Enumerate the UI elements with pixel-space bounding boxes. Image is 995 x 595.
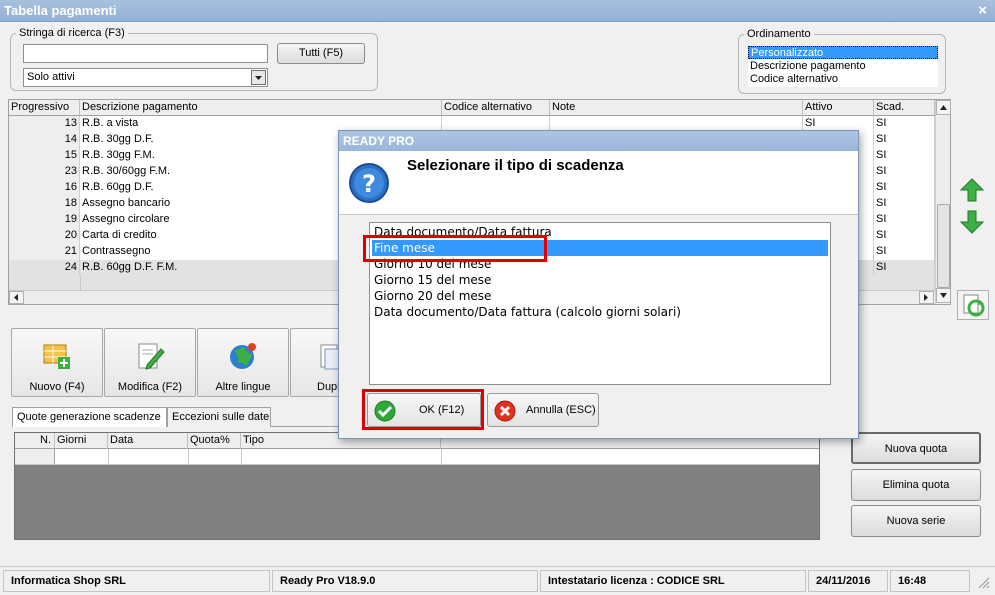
globe-icon xyxy=(228,341,258,371)
status-company: Informatica Shop SRL xyxy=(3,570,270,592)
col-header-descrizione[interactable]: Descrizione pagamento xyxy=(80,100,442,116)
col-header-scad[interactable]: Scad. xyxy=(874,100,935,116)
new-grid-icon xyxy=(42,341,72,371)
search-input[interactable] xyxy=(23,44,268,63)
col-header-quota[interactable]: Quota% xyxy=(188,433,241,449)
cell-progressivo: 21 xyxy=(9,244,80,260)
all-button[interactable]: Tutti (F5) xyxy=(277,43,365,64)
new-quota-button[interactable]: Nuova quota xyxy=(851,432,981,464)
window-title: Tabella pagamenti xyxy=(4,3,117,18)
edit-icon xyxy=(135,341,165,371)
cell-progressivo: 15 xyxy=(9,148,80,164)
col-header-giorni[interactable]: Giorni xyxy=(55,433,108,449)
tab-quote-generazione[interactable]: Quote generazione scadenze xyxy=(12,407,167,427)
svg-text:?: ? xyxy=(362,170,376,198)
cancel-button[interactable]: Annulla (ESC) xyxy=(487,393,599,427)
cell-progressivo: 23 xyxy=(9,164,80,180)
cell-scad: SI xyxy=(874,164,935,180)
sort-list[interactable]: Personalizzato Descrizione pagamento Cod… xyxy=(748,46,938,87)
status-time: 16:48 xyxy=(890,570,970,592)
sort-option-selected[interactable]: Personalizzato xyxy=(748,46,938,59)
resize-grip-icon[interactable] xyxy=(976,575,990,589)
cancel-x-icon xyxy=(494,400,516,422)
new-button-label: Nuovo (F4) xyxy=(29,381,85,393)
status-license: Intestatario licenza : CODICE SRL xyxy=(540,570,806,592)
edit-button-label: Modifica (F2) xyxy=(117,381,183,393)
close-icon[interactable]: × xyxy=(978,2,987,19)
search-group-label: Stringa di ricerca (F3) xyxy=(16,27,128,39)
scroll-right-icon[interactable] xyxy=(919,291,934,304)
vertical-scrollbar[interactable] xyxy=(935,100,951,304)
dialog-title: READY PRO xyxy=(339,131,858,151)
col-header-attivo[interactable]: Attivo xyxy=(803,100,874,116)
ok-highlight-box xyxy=(362,389,484,430)
cell-progressivo: 20 xyxy=(9,228,80,244)
scroll-left-icon[interactable] xyxy=(9,291,24,304)
scadenza-option[interactable]: Giorno 20 del mese xyxy=(372,288,828,304)
cell-progressivo: 14 xyxy=(9,132,80,148)
cell-scad: SI xyxy=(874,180,935,196)
cell-scad: SI xyxy=(874,132,935,148)
chevron-down-icon[interactable] xyxy=(251,70,266,85)
new-series-button[interactable]: Nuova serie xyxy=(851,505,981,537)
cell-scad: SI xyxy=(874,244,935,260)
cell-progressivo: 13 xyxy=(9,116,80,132)
scroll-up-icon[interactable] xyxy=(936,100,951,115)
col-header-progressivo[interactable]: Progressivo xyxy=(9,100,80,116)
filter-select-value: Solo attivi xyxy=(27,71,75,83)
refresh-icon[interactable] xyxy=(957,290,989,320)
new-button[interactable]: Nuovo (F4) xyxy=(11,328,103,397)
delete-quota-button[interactable]: Elimina quota xyxy=(851,469,981,501)
sort-option[interactable]: Codice alternativo xyxy=(748,73,938,86)
cell-scad: SI xyxy=(874,196,935,212)
languages-button-label: Altre lingue xyxy=(215,381,271,393)
languages-button[interactable]: Altre lingue xyxy=(197,328,289,397)
arrow-down-icon[interactable] xyxy=(957,208,987,236)
scadenza-dialog: READY PRO ? Selezionare il tipo di scade… xyxy=(338,130,859,439)
status-bar: Informatica Shop SRL Ready Pro V18.9.0 I… xyxy=(0,566,995,595)
cell-scad: SI xyxy=(874,228,935,244)
cancel-button-label: Annulla (ESC) xyxy=(526,404,596,416)
sort-option[interactable]: Descrizione pagamento xyxy=(748,60,938,73)
dialog-header: ? Selezionare il tipo di scadenza xyxy=(339,151,858,215)
cell-scad: SI xyxy=(874,212,935,228)
cell-progressivo: 16 xyxy=(9,180,80,196)
sort-group-label: Ordinamento xyxy=(744,28,814,40)
col-header-note[interactable]: Note xyxy=(550,100,803,116)
cell-scad: SI xyxy=(874,116,935,132)
cell-progressivo: 18 xyxy=(9,196,80,212)
col-header-n[interactable]: N. xyxy=(15,433,55,449)
dialog-heading: Selezionare il tipo di scadenza xyxy=(407,157,624,174)
scadenza-option[interactable]: Data documento/Data fattura (calcolo gio… xyxy=(372,304,828,320)
scroll-down-icon[interactable] xyxy=(936,288,951,303)
filter-select[interactable]: Solo attivi xyxy=(23,68,268,87)
selection-highlight-box xyxy=(363,235,547,262)
question-icon: ? xyxy=(347,161,391,205)
quote-grid-empty-row xyxy=(15,449,819,465)
cell-progressivo: 19 xyxy=(9,212,80,228)
cell-scad: SI xyxy=(874,148,935,164)
col-header-codice[interactable]: Codice alternativo xyxy=(442,100,550,116)
status-version: Ready Pro V18.9.0 xyxy=(272,570,538,592)
cell-scad: SI xyxy=(874,260,935,276)
scroll-thumb[interactable] xyxy=(937,204,950,288)
cell-progressivo: 24 xyxy=(9,260,80,276)
quote-grid[interactable]: N. Giorni Data Quota% Tipo xyxy=(14,432,820,540)
scadenza-option[interactable]: Giorno 15 del mese xyxy=(372,272,828,288)
arrow-up-icon[interactable] xyxy=(957,176,987,204)
duplicate-button[interactable]: Dupli xyxy=(290,328,342,397)
edit-button[interactable]: Modifica (F2) xyxy=(104,328,196,397)
tab-eccezioni-date[interactable]: Eccezioni sulle date xyxy=(167,407,271,427)
col-header-data[interactable]: Data xyxy=(108,433,188,449)
window-titlebar: Tabella pagamenti × xyxy=(0,0,995,22)
status-date: 24/11/2016 xyxy=(808,570,888,592)
